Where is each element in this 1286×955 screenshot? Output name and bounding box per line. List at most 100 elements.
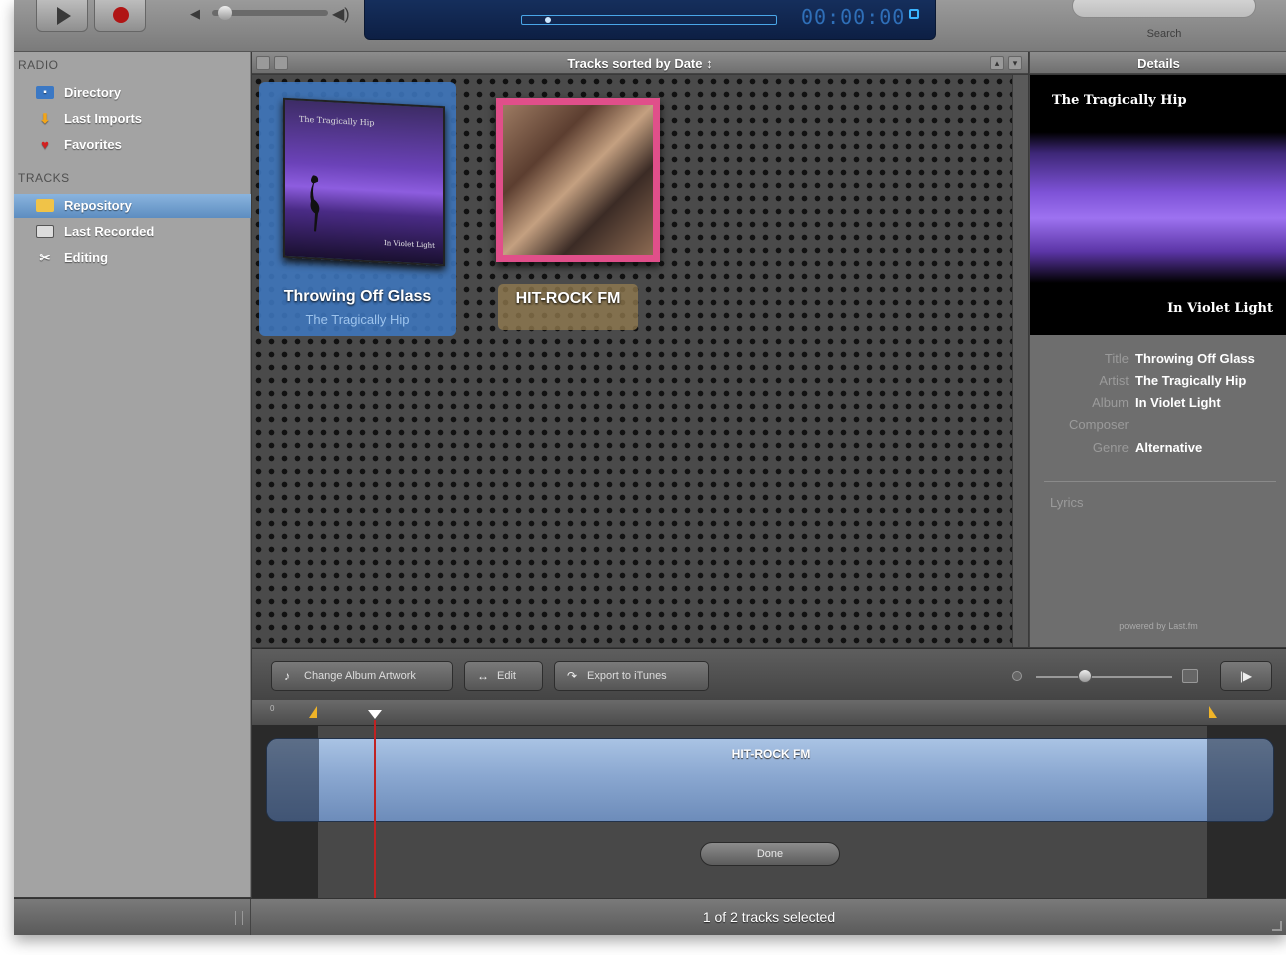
play-clip-button[interactable]: |▶: [1220, 661, 1272, 691]
track-card-selected[interactable]: The Tragically Hip In Violet Light Throw…: [259, 82, 456, 336]
volume-knob[interactable]: [218, 6, 232, 20]
tracks-header: Tracks sorted by Date ↕ ▴ ▾: [252, 52, 1028, 74]
sidebar-item-label: Repository: [64, 198, 132, 213]
trim-end-marker[interactable]: [1209, 706, 1217, 718]
lcd-time: 00:00:00: [801, 5, 906, 29]
album-artwork: [496, 98, 660, 262]
heron-silhouette-icon: [310, 175, 320, 232]
powered-by-label[interactable]: powered by Last.fm: [1030, 621, 1286, 631]
detail-key: Genre: [1092, 440, 1129, 455]
export-to-itunes-button[interactable]: ↷ Export to iTunes: [554, 661, 709, 691]
details-header: Details: [1029, 52, 1286, 74]
zoom-in-icon[interactable]: [1182, 669, 1198, 683]
sidebar: RADIO ▪ Directory ⬇ Last Imports ♥ Favor…: [14, 52, 251, 897]
folder-icon: [36, 199, 54, 212]
scroll-down-icon[interactable]: ▾: [1008, 56, 1022, 70]
zoom-slider[interactable]: [1036, 676, 1172, 678]
detail-value[interactable]: Alternative: [1135, 440, 1202, 455]
zoom-knob[interactable]: [1078, 669, 1092, 683]
sidebar-item-label: Editing: [64, 250, 109, 265]
sidebar-item-label: Last Imports: [64, 111, 143, 126]
details-art-subtitle: In Violet Light: [1167, 301, 1273, 316]
sidebar-item-repository[interactable]: Repository: [14, 194, 251, 218]
arrow-down-icon: ⬇: [39, 111, 51, 126]
detail-row-album: Album In Violet Light: [1030, 395, 1286, 417]
detail-row-artist: Artist The Tragically Hip: [1030, 373, 1286, 395]
album-artwork: The Tragically Hip In Violet Light: [283, 97, 445, 267]
lyrics-label: Lyrics: [1050, 495, 1084, 510]
sidebar-item-directory[interactable]: ▪ Directory: [14, 81, 251, 105]
sidebar-footer: [14, 899, 251, 935]
detail-value[interactable]: Throwing Off Glass: [1135, 351, 1255, 366]
app-window: ◀ ◀) 00:00:00 Search RADIO ▪ Directory ⬇…: [14, 0, 1286, 935]
volume-high-icon: ◀): [332, 6, 350, 23]
sort-selector[interactable]: Tracks sorted by Date ↕: [252, 56, 1028, 71]
tape-icon: [36, 225, 54, 238]
divider: [1044, 481, 1276, 482]
detail-key: Album: [1092, 395, 1129, 410]
clip-label: HIT-ROCK FM: [731, 747, 811, 761]
lcd-progress-bar[interactable]: [521, 15, 777, 25]
action-bar: ♪ Change Album Artwork ↔ Edit ↷ Export t…: [252, 648, 1286, 700]
window-resize-grip-icon[interactable]: [1272, 921, 1282, 931]
detail-row-composer: Composer: [1030, 417, 1286, 439]
band-photo: [503, 105, 653, 255]
sidebar-resize-grip-icon[interactable]: [235, 911, 243, 925]
sidebar-item-last-imports[interactable]: ⬇ Last Imports: [14, 107, 251, 131]
search-input[interactable]: [1072, 0, 1256, 18]
sidebar-item-editing[interactable]: ✂ Editing: [14, 246, 251, 270]
timeline-ruler[interactable]: 0: [252, 700, 1286, 726]
album-art-subtitle: In Violet Light: [384, 239, 435, 250]
play-button[interactable]: [36, 0, 88, 32]
zoom-out-icon[interactable]: [1012, 671, 1022, 681]
track-title: Throwing Off Glass: [283, 288, 432, 305]
scissors-icon: ✂: [39, 250, 51, 265]
export-arrow-icon: ↷: [567, 669, 578, 683]
sidebar-item-last-recorded[interactable]: Last Recorded: [14, 220, 251, 244]
audio-clip[interactable]: HIT-ROCK FM: [266, 738, 1274, 822]
change-artwork-button[interactable]: ♪ Change Album Artwork: [271, 661, 453, 691]
lcd-indicator-icon: [909, 9, 919, 19]
details-panel: The Tragically Hip In Violet Light Title…: [1029, 75, 1286, 647]
volume-low-icon: ◀: [190, 6, 200, 21]
detail-key: Composer: [1069, 417, 1129, 432]
detail-value[interactable]: The Tragically Hip: [1135, 373, 1246, 388]
album-art-title: The Tragically Hip: [299, 114, 375, 128]
edit-button[interactable]: ↔ Edit: [464, 661, 543, 691]
track-artist: The Tragically Hip: [305, 312, 410, 327]
detail-key: Title: [1104, 351, 1129, 366]
record-icon: [113, 7, 129, 23]
play-to-end-icon: |▶: [1239, 669, 1253, 683]
playhead-line: [374, 720, 376, 898]
record-button[interactable]: [94, 0, 146, 32]
lcd-progress-knob[interactable]: [545, 17, 551, 23]
status-text: 1 of 2 tracks selected: [702, 909, 836, 925]
toolbar: ◀ ◀) 00:00:00 Search: [14, 0, 1286, 52]
sidebar-item-label: Directory: [64, 85, 122, 100]
heart-icon: ♥: [41, 137, 49, 152]
detail-row-title: Title Throwing Off Glass: [1030, 351, 1286, 373]
details-album-artwork: The Tragically Hip In Violet Light: [1030, 75, 1286, 335]
track-card[interactable]: HIT-ROCK FM: [484, 98, 660, 336]
search-label: Search: [1146, 28, 1182, 40]
sidebar-section-radio: RADIO: [18, 58, 59, 72]
playhead-handle[interactable]: [368, 710, 382, 719]
button-label: Edit: [497, 670, 516, 682]
track-title: HIT-ROCK FM: [515, 290, 621, 307]
sidebar-item-label: Favorites: [64, 137, 122, 152]
scroll-up-icon[interactable]: ▴: [990, 56, 1004, 70]
detail-value[interactable]: In Violet Light: [1135, 395, 1221, 410]
grid-scrollbar[interactable]: [1012, 75, 1028, 647]
sidebar-item-favorites[interactable]: ♥ Favorites: [14, 133, 251, 157]
trim-start-marker[interactable]: [309, 706, 317, 718]
sidebar-section-tracks: TRACKS: [18, 171, 70, 185]
status-bar: 1 of 2 tracks selected: [14, 898, 1286, 935]
button-label: Change Album Artwork: [304, 670, 416, 682]
detail-key: Artist: [1099, 373, 1129, 388]
button-label: Export to iTunes: [587, 670, 667, 682]
track-title-label: HIT-ROCK FM: [498, 284, 638, 330]
trim-icon: ↔: [477, 669, 489, 683]
details-title: Details: [1137, 56, 1180, 71]
done-button[interactable]: Done: [700, 842, 840, 866]
radio-icon: ▪: [36, 86, 54, 99]
